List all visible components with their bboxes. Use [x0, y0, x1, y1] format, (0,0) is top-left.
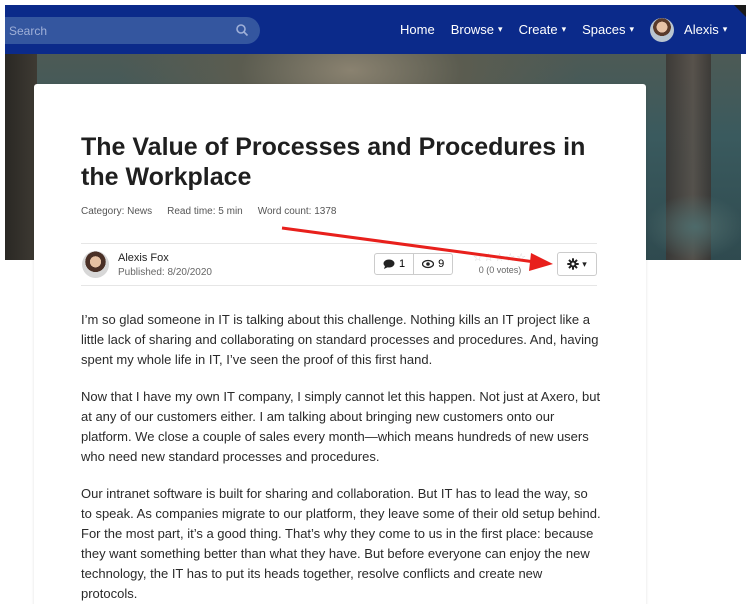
nav-create-label: Create	[518, 22, 558, 37]
search-icon[interactable]	[235, 23, 249, 37]
article-meta: Category: News Read time: 5 min Word cou…	[81, 206, 337, 217]
corner-decoration	[734, 5, 746, 17]
article-paragraph: I’m so glad someone in IT is talking abo…	[81, 312, 599, 367]
nav-home[interactable]: Home	[400, 22, 435, 37]
eye-icon	[422, 259, 435, 269]
chevron-down-icon: ▾	[582, 258, 587, 269]
article-card: The Value of Processes and Procedures in…	[34, 84, 646, 604]
article-paragraph: Now that I have my own IT company, I sim…	[81, 389, 601, 464]
chevron-down-icon: ▾	[629, 24, 635, 34]
nav-create[interactable]: Create ▾	[519, 22, 567, 37]
views-value: 9	[438, 258, 445, 270]
published-date: Published: 8/20/2020	[118, 267, 212, 278]
article-stats: 1 9	[374, 253, 454, 275]
nav-spaces-label: Spaces	[582, 22, 626, 37]
top-navigation-bar: Search Home Browse ▾ Create ▾ Spaces ▾ Alex…	[5, 5, 746, 54]
chevron-down-icon: ▾	[498, 24, 503, 34]
comment-icon	[383, 259, 395, 269]
author-avatar[interactable]	[82, 251, 109, 278]
author-name[interactable]: Alexis Fox	[118, 252, 169, 264]
article-paragraph: Our intranet software is built for shari…	[81, 486, 601, 601]
author-row: Alexis Fox Published: 8/20/2020 1 9 ☆☆☆☆…	[81, 243, 597, 286]
rating-stars[interactable]: ☆☆☆☆☆	[465, 251, 535, 264]
gear-icon	[567, 258, 579, 270]
chevron-down-icon: ▾	[561, 24, 567, 34]
user-menu[interactable]: Alexis ▾	[650, 17, 728, 42]
article-body: I’m so glad someone in IT is talking abo…	[81, 310, 601, 604]
article-read-time: Read time: 5 min	[167, 206, 243, 217]
comments-count[interactable]: 1	[375, 254, 413, 274]
user-avatar	[650, 17, 675, 42]
star-rating[interactable]: ☆☆☆☆☆ 0 (0 votes)	[465, 251, 535, 275]
article-category[interactable]: Category: News	[81, 206, 152, 217]
comments-value: 1	[399, 258, 406, 270]
article-options-button[interactable]: ▾	[557, 252, 597, 276]
search-input[interactable]: Search	[9, 24, 47, 38]
article-word-count: Word count: 1378	[257, 206, 337, 217]
nav-browse-label: Browse	[450, 22, 495, 37]
rating-votes: 0 (0 votes)	[478, 265, 522, 275]
article-title: The Value of Processes and Procedures in…	[81, 133, 586, 191]
main-nav: Home Browse ▾ Create ▾ Spaces ▾ Alexis ▾	[400, 5, 743, 54]
nav-spaces[interactable]: Spaces ▾	[582, 22, 634, 37]
nav-browse[interactable]: Browse ▾	[451, 22, 503, 37]
chevron-down-icon: ▾	[722, 24, 728, 34]
user-name: Alexis	[684, 22, 719, 37]
search-box[interactable]: Search	[5, 17, 260, 44]
hero-tree-left	[5, 54, 37, 260]
nav-home-label: Home	[400, 22, 435, 37]
views-count: 9	[413, 254, 452, 274]
hero-foliage	[645, 194, 741, 260]
